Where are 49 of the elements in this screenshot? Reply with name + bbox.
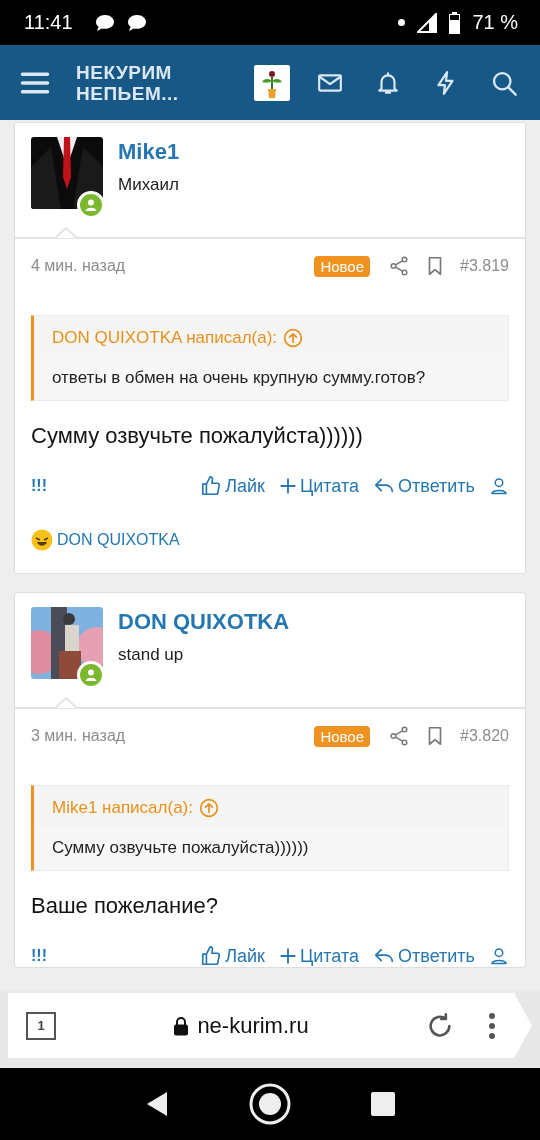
user-title: Михаил [118, 175, 180, 195]
plus-icon [278, 477, 297, 495]
report-link[interactable]: !!! [31, 947, 47, 965]
bell-icon [375, 69, 401, 96]
signal-icon [417, 12, 438, 33]
arrow-up-circle-icon [199, 798, 219, 818]
reload-icon [426, 1011, 454, 1040]
like-link[interactable]: Лайк [200, 945, 265, 967]
battery-icon [449, 11, 461, 34]
new-badge: Новое [314, 255, 371, 277]
status-time: 11:41 [24, 11, 73, 34]
quote-link[interactable]: Цитата [278, 945, 360, 967]
laughing-emoji-icon [31, 529, 53, 551]
tab-switcher-button[interactable]: 1 [26, 1011, 56, 1040]
back-button-icon[interactable] [145, 1091, 169, 1117]
lock-icon [173, 1015, 190, 1036]
user-icon [489, 476, 509, 496]
post-number[interactable]: #3.820 [460, 727, 509, 745]
post-body: Ваше пожелание? [30, 892, 219, 919]
user-title: stand up [118, 645, 185, 665]
reply-link[interactable]: Ответить [373, 945, 475, 967]
battery-level: 71 % [472, 11, 518, 34]
username-link[interactable]: Mike1 [118, 139, 180, 165]
site-title[interactable]: НЕКУРИМ НЕПЬЕМ... [76, 61, 196, 104]
quote-link[interactable]: Цитата [278, 475, 360, 497]
more-options-icon[interactable] [488, 1011, 496, 1040]
username-link[interactable]: DON QUIXOTKA [118, 609, 290, 635]
user-icon [489, 946, 509, 966]
post-body: Сумму озвучьте пожалуйста)))))) [30, 422, 364, 449]
reaction-user-link[interactable]: DON QUIXOTKA [57, 531, 180, 549]
post-time[interactable]: 4 мин. назад [31, 257, 126, 275]
arrow-up-circle-icon [283, 328, 304, 348]
like-link[interactable]: Лайк [200, 475, 265, 497]
post-time[interactable]: 3 мин. назад [31, 727, 126, 745]
thumbs-up-icon [200, 945, 223, 967]
plus-icon [278, 947, 297, 965]
new-badge: Новое [314, 725, 371, 747]
share-icon [388, 255, 411, 277]
site-logo-icon[interactable] [254, 64, 290, 101]
post-number[interactable]: #3.819 [460, 257, 509, 275]
thumbs-up-icon [200, 475, 223, 497]
reply-link[interactable]: Ответить [373, 475, 475, 497]
message-icon [94, 13, 115, 32]
home-button-icon[interactable] [249, 1083, 291, 1125]
dot-icon [398, 19, 406, 26]
report-link[interactable]: !!! [31, 477, 47, 495]
url-text[interactable]: ne-kurim.ru [197, 1012, 309, 1039]
message-icon [126, 13, 147, 32]
share-icon [388, 725, 411, 747]
